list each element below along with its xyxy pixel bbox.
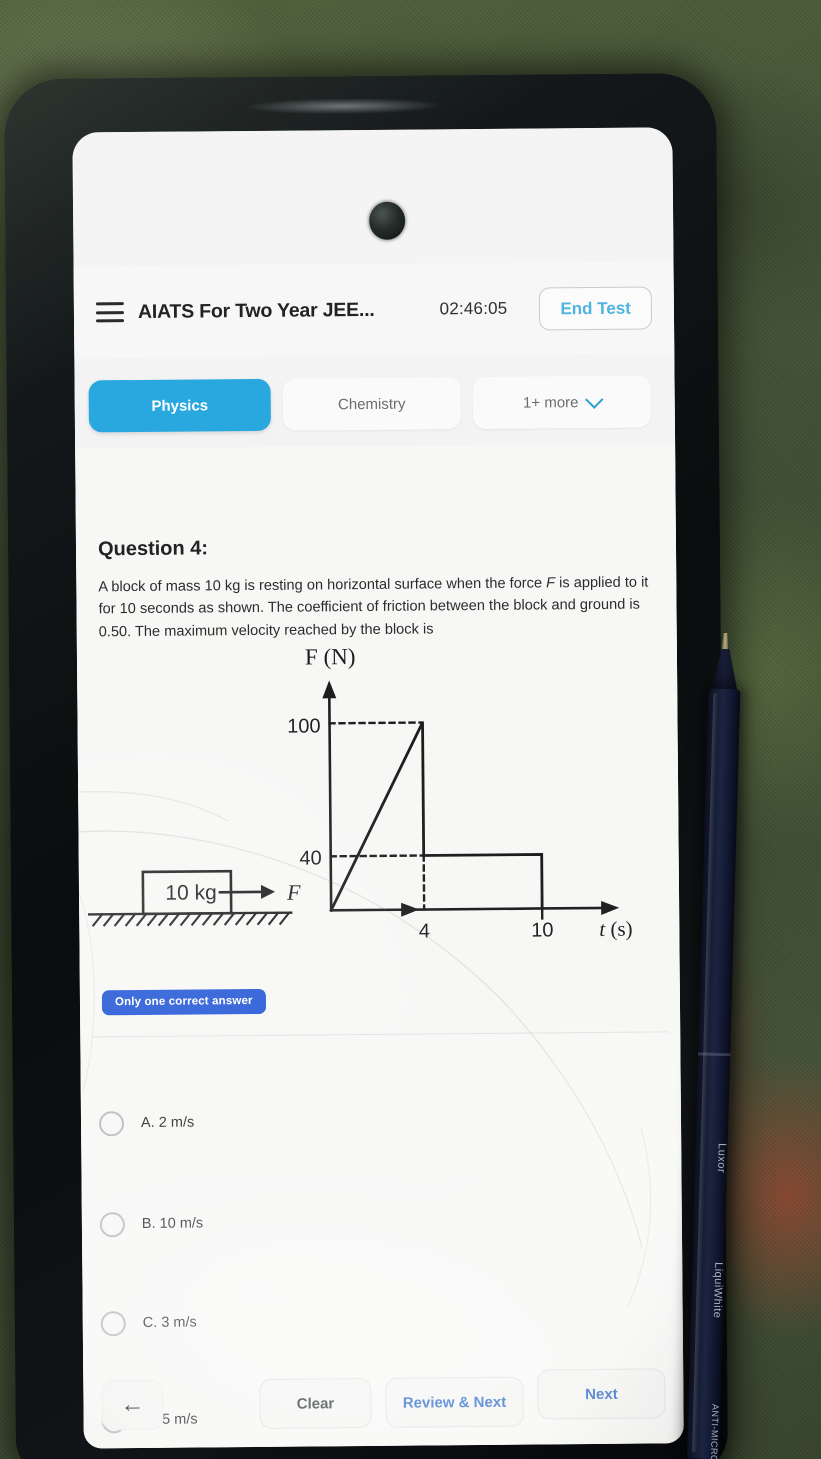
- chevron-down-icon: [584, 389, 604, 409]
- radio-button-a[interactable]: [98, 1110, 125, 1136]
- tab-chemistry[interactable]: Chemistry: [282, 377, 461, 431]
- phone-screen: AIATS For Two Year JEE... 02:46:05 End T…: [72, 127, 684, 1449]
- question-text: A block of mass 10 kg is resting on hori…: [98, 571, 655, 643]
- bottom-bar-spacer: [177, 1404, 245, 1405]
- status-badge: Only one correct answer: [101, 988, 266, 1016]
- back-button[interactable]: ←: [101, 1379, 164, 1431]
- app-viewport: AIATS For Two Year JEE... 02:46:05 End T…: [72, 127, 684, 1449]
- tab-chemistry-label: Chemistry: [337, 395, 406, 413]
- next-button[interactable]: Next: [537, 1368, 666, 1420]
- force-arrow-label: F: [286, 880, 301, 905]
- clear-button[interactable]: Clear: [259, 1377, 372, 1429]
- option-b[interactable]: B. 10 m/s: [99, 1192, 660, 1251]
- x-axis-title: t (s): [599, 917, 632, 941]
- question-title: Question 4:: [97, 537, 209, 561]
- option-a[interactable]: A. 2 m/s: [98, 1091, 659, 1150]
- option-b-key: B.: [141, 1215, 156, 1232]
- question-text-part2: is applied: [554, 574, 621, 592]
- option-c-text: 3 m/s: [161, 1314, 197, 1331]
- option-c[interactable]: C. 3 m/s: [100, 1291, 661, 1350]
- option-a-key: A.: [140, 1114, 155, 1131]
- app-header-bar: AIATS For Two Year JEE... 02:46:05 End T…: [73, 261, 675, 359]
- tab-more-subjects[interactable]: 1+ more: [472, 375, 651, 430]
- option-c-label: C. 3 m/s: [143, 1314, 197, 1330]
- radio-button-b[interactable]: [99, 1211, 126, 1237]
- tab-physics[interactable]: Physics: [88, 378, 271, 433]
- option-c-key: C.: [142, 1314, 158, 1331]
- force-symbol-inline: F: [546, 575, 556, 592]
- pen-model-label: LiquiWhite: [710, 1261, 725, 1319]
- test-title: AIATS For Two Year JEE...: [137, 298, 375, 323]
- end-test-button[interactable]: End Test: [539, 285, 653, 330]
- pen-extra-label: ANTI-MICROB: [708, 1403, 721, 1459]
- option-a-text: 2 m/s: [158, 1114, 195, 1131]
- figure-svg: 10 kg F F (N) 100 40 4 10 t (s): [87, 644, 633, 943]
- option-b-label: B. 10 m/s: [142, 1215, 203, 1232]
- bottom-action-bar: ← Clear Review & Next Next: [83, 1357, 684, 1448]
- y-axis-title: F (N): [305, 644, 356, 669]
- arrow-left-icon: ←: [120, 1390, 145, 1419]
- y-tick-40: 40: [299, 847, 321, 869]
- radio-button-c[interactable]: [100, 1310, 126, 1336]
- question-text-part1: A block of mass 10 kg is resting on hori…: [98, 575, 547, 596]
- option-a-label: A. 2 m/s: [141, 1115, 194, 1131]
- block-mass-label: 10 kg: [165, 881, 217, 904]
- subject-tab-bar: Physics Chemistry 1+ more: [74, 359, 676, 449]
- tab-physics-label: Physics: [151, 396, 209, 415]
- countdown-timer: 02:46:05: [439, 298, 508, 319]
- option-b-text: 10 m/s: [159, 1215, 204, 1232]
- force-time-graph: [322, 680, 620, 920]
- question-figure: 10 kg F F (N) 100 40 4 10 t (s): [77, 639, 680, 956]
- review-and-next-button[interactable]: Review & Next: [385, 1376, 524, 1428]
- smartphone-device: AIATS For Two Year JEE... 02:46:05 End T…: [3, 72, 729, 1459]
- front-camera-punch-hole: [368, 201, 406, 240]
- y-tick-100: 100: [287, 715, 321, 737]
- section-divider: [92, 1031, 669, 1038]
- x-tick-10: 10: [531, 919, 553, 941]
- pen-brand-label: Luxor: [714, 1142, 728, 1174]
- hamburger-menu-icon[interactable]: [95, 302, 125, 323]
- tab-more-label: 1+ more: [522, 393, 579, 412]
- x-axis-title-unit: (s): [605, 917, 633, 941]
- question-panel: Question 4: A block of mass 10 kg is res…: [75, 443, 684, 1449]
- x-tick-4: 4: [419, 920, 430, 942]
